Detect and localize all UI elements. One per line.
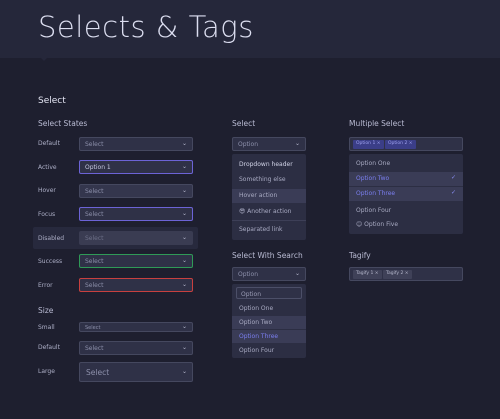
size-label-large: Large xyxy=(38,368,55,375)
chevron-down-icon: ⌄ xyxy=(181,234,187,241)
chevron-down-icon: ⌄ xyxy=(181,163,187,170)
select-value: Option 1 xyxy=(85,164,111,171)
multi-select-heading: Multiple Select xyxy=(349,119,405,128)
state-label-disabled: Disabled xyxy=(38,235,65,242)
chevron-down-icon: ⌄ xyxy=(181,257,187,264)
search-option[interactable]: Option One xyxy=(232,303,306,315)
select-value: Select xyxy=(85,188,104,195)
select-value: Option xyxy=(238,141,259,148)
multi-option[interactable]: Option Four xyxy=(349,204,463,217)
check-icon: ✓ xyxy=(450,174,456,181)
multi-select-tag[interactable]: Option 1 × xyxy=(353,140,384,149)
select-success[interactable]: Select ⌄ xyxy=(79,254,193,268)
chevron-down-icon: ⌄ xyxy=(181,210,187,217)
select-large[interactable]: Select ⌄ xyxy=(79,362,193,382)
search-option-hover[interactable]: Option Two xyxy=(232,316,306,329)
header-notch xyxy=(40,57,48,61)
size-heading: Size xyxy=(38,306,54,315)
state-label-active: Active xyxy=(38,164,57,171)
tagify-tag[interactable]: Tagify 1 × xyxy=(353,270,382,279)
chevron-down-icon: ⌄ xyxy=(181,281,187,288)
tagify-tag[interactable]: Tagify 2 × xyxy=(383,270,412,279)
section-title-select: Select xyxy=(38,96,66,106)
select-value: Select xyxy=(85,345,104,352)
chevron-down-icon: ⌄ xyxy=(294,140,300,147)
select-value: Option xyxy=(238,271,259,278)
multi-select-menu: Option One Option Two ✓ Option Three ✓ O… xyxy=(349,154,463,234)
select-value: Select xyxy=(85,325,101,331)
state-label-success: Success xyxy=(38,258,63,265)
dropdown-item[interactable]: Something else xyxy=(232,174,306,185)
dropdown-menu: Dropdown header Something else Hover act… xyxy=(232,154,306,240)
search-dropdown-menu: Option Option One Option Two Option Thre… xyxy=(232,284,306,358)
chevron-down-icon: ⌄ xyxy=(181,344,187,351)
chevron-down-icon: ⌄ xyxy=(181,140,187,147)
search-input[interactable]: Option xyxy=(236,287,302,299)
select-value: Select xyxy=(86,368,110,377)
search-option-selected[interactable]: Option Three xyxy=(232,330,306,343)
select-value: Select xyxy=(85,282,104,289)
dropdown-item-hover[interactable]: Hover action xyxy=(232,189,306,203)
multi-option-selected[interactable]: Option Two xyxy=(349,172,463,186)
size-label-default: Default xyxy=(38,344,60,351)
search-input-value: Option xyxy=(241,291,262,298)
select-value: Select xyxy=(85,235,104,242)
search-select-heading: Select With Search xyxy=(232,251,303,260)
select-value: Select xyxy=(85,258,104,265)
tagify-heading: Tagify xyxy=(349,251,371,260)
dropdown-header: Dropdown header xyxy=(239,161,293,168)
check-icon: ✓ xyxy=(450,189,456,196)
state-label-hover: Hover xyxy=(38,187,56,194)
select-hover[interactable]: Select ⌄ xyxy=(79,184,193,198)
chevron-down-icon: ⌄ xyxy=(181,187,187,194)
dropdown-item[interactable]: Separated link xyxy=(232,224,306,235)
multi-option[interactable]: Option One xyxy=(349,157,463,170)
size-label-small: Small xyxy=(38,324,55,331)
multi-option-selected[interactable]: Option Three xyxy=(349,187,463,201)
select-small[interactable]: Select ⌄ xyxy=(79,322,193,332)
select-dropdown-trigger[interactable]: Option ⌄ xyxy=(232,137,306,151)
chevron-down-icon: ⌄ xyxy=(294,270,300,277)
state-label-focus: Focus xyxy=(38,211,56,218)
select-value: Select xyxy=(85,211,104,218)
select-default[interactable]: Select ⌄ xyxy=(79,137,193,151)
state-label-error: Error xyxy=(38,282,53,289)
select-value: Select xyxy=(85,141,104,148)
select-active[interactable]: Option 1 ⌄ xyxy=(79,160,193,174)
select-demo-heading: Select xyxy=(232,119,256,128)
select-disabled: Select ⌄ xyxy=(79,231,193,245)
chevron-down-icon: ⌄ xyxy=(181,323,187,330)
select-focus[interactable]: Select ⌄ xyxy=(79,207,193,221)
select-error[interactable]: Select ⌄ xyxy=(79,278,193,292)
chevron-down-icon: ⌄ xyxy=(181,368,187,375)
state-label-default: Default xyxy=(38,140,60,147)
multi-select-tag[interactable]: Option 2 × xyxy=(385,140,416,149)
multi-option[interactable]: 😊 Option Five xyxy=(349,218,463,231)
page-title: Selects & Tags xyxy=(38,10,254,44)
search-option[interactable]: Option Four xyxy=(232,345,306,357)
dropdown-divider xyxy=(232,220,306,221)
select-default-size[interactable]: Select ⌄ xyxy=(79,341,193,355)
search-select-trigger[interactable]: Option ⌄ xyxy=(232,267,306,281)
dropdown-item[interactable]: 😎 Another action xyxy=(232,206,306,217)
select-states-heading: Select States xyxy=(38,119,88,128)
